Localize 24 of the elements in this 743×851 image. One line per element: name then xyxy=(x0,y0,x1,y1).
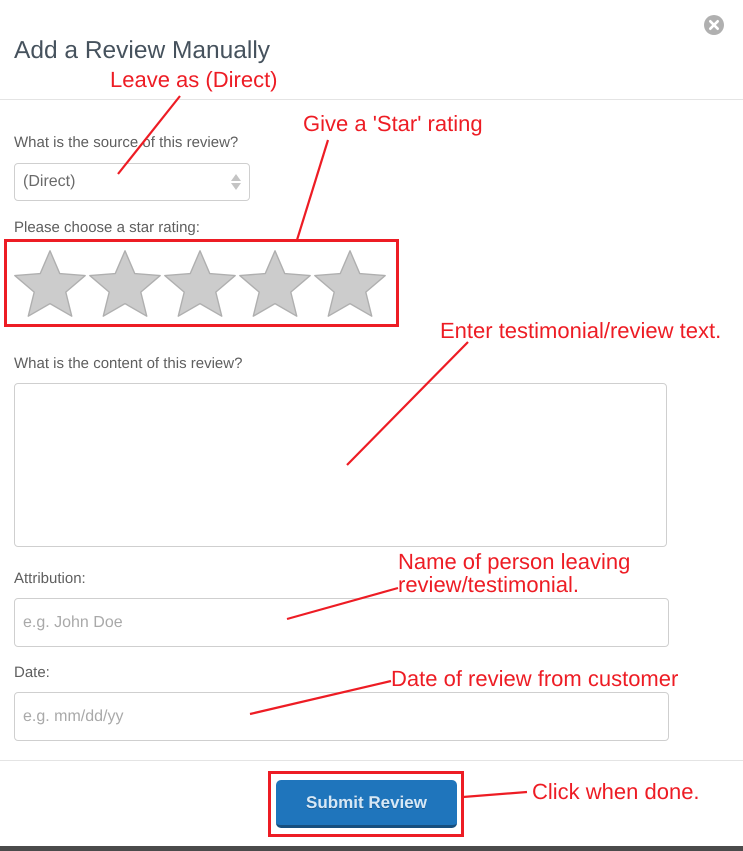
field-label: Attribution: xyxy=(14,570,86,588)
star-icon[interactable] xyxy=(239,250,311,317)
annotation-text: Date of review from customer xyxy=(391,667,678,691)
review-text-field[interactable] xyxy=(14,383,667,547)
annotation-text: Click when done. xyxy=(532,780,700,804)
close-icon[interactable] xyxy=(704,15,724,35)
star-icon[interactable] xyxy=(314,250,386,317)
dialog-title: Add a Review Manually xyxy=(14,37,270,65)
field-label: Please choose a star rating: xyxy=(14,219,200,237)
field-label: What is the content of this review? xyxy=(14,355,242,373)
submit-button[interactable]: Submit Review xyxy=(276,780,457,828)
text-input-field[interactable]: e.g. mm/dd/yy xyxy=(14,692,669,741)
source-select[interactable]: (Direct) xyxy=(14,163,250,201)
field-label: Date: xyxy=(14,664,50,682)
annotation-text: Give a 'Star' rating xyxy=(303,112,483,136)
annotation-text: Name of person leaving review/testimonial. xyxy=(398,550,632,596)
leader-line xyxy=(462,790,528,798)
star-icon[interactable] xyxy=(164,250,236,317)
annotation-text: Leave as (Direct) xyxy=(110,68,278,92)
updown-arrows-icon xyxy=(231,174,241,190)
star-icon[interactable] xyxy=(14,250,86,317)
annotation-text: Enter testimonial/review text. xyxy=(440,319,722,343)
text-input-field[interactable]: e.g. John Doe xyxy=(14,598,669,647)
star-icon[interactable] xyxy=(89,250,161,317)
